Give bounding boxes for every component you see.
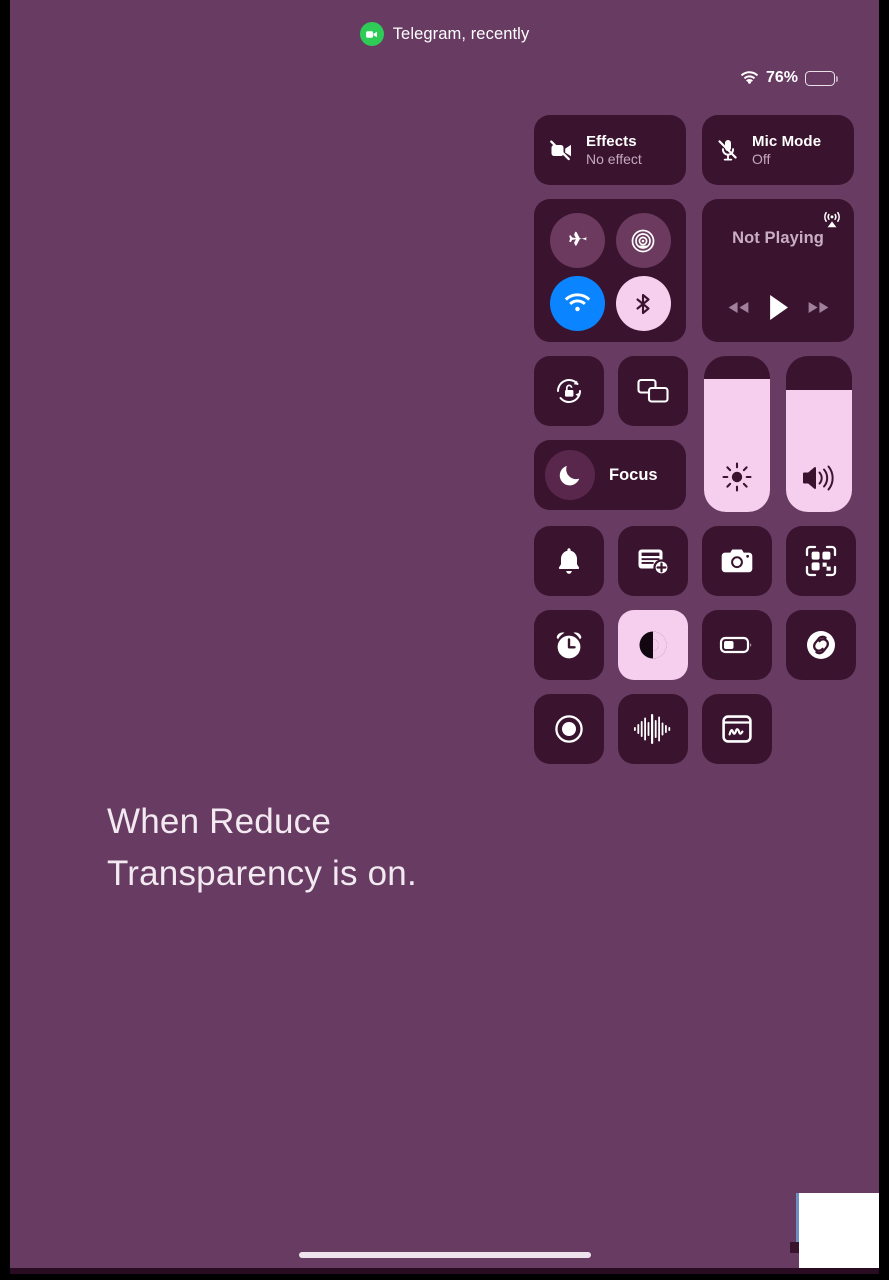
low-power-mode-button[interactable]: [702, 610, 772, 680]
caption-text: When Reduce Transparency is on.: [107, 796, 417, 900]
bluetooth-icon: [631, 292, 655, 316]
effects-title: Effects: [586, 133, 637, 150]
alarm-clock-icon: [552, 628, 586, 662]
mic-mode-title: Mic Mode: [752, 133, 822, 150]
rotation-lock-button[interactable]: [534, 356, 604, 426]
airdrop-icon: [630, 228, 656, 254]
airplane-mode-button[interactable]: [549, 213, 605, 268]
microphone-slash-icon: [715, 137, 741, 163]
media-player-module: Not Playing: [702, 199, 854, 342]
quick-actions-row-3: [534, 694, 864, 764]
bluetooth-button[interactable]: [615, 276, 671, 331]
quick-note-button[interactable]: [702, 694, 772, 764]
play-icon[interactable]: [766, 293, 791, 322]
connectivity-module: [534, 199, 686, 342]
bell-icon: [553, 545, 585, 577]
record-icon: [552, 712, 586, 746]
battery-percent-label: 76%: [765, 69, 798, 86]
status-bar-right: 76%: [740, 69, 838, 87]
wifi-icon: [740, 70, 759, 86]
shazam-button[interactable]: [786, 610, 856, 680]
utilities-sliders-row: Focus: [534, 356, 864, 512]
code-scanner-button[interactable]: [786, 526, 856, 596]
video-camera-slash-icon: [547, 136, 575, 164]
battery-icon: [719, 634, 755, 656]
focus-tile[interactable]: Focus: [534, 440, 686, 510]
camera-icon: [719, 547, 755, 575]
white-overlay-panel: [799, 1193, 879, 1274]
media-title: Not Playing: [732, 229, 824, 247]
screen-mirroring-icon: [635, 376, 671, 406]
rotation-lock-icon: [551, 373, 587, 409]
airplay-icon[interactable]: [821, 208, 843, 230]
effects-subtitle: No effect: [586, 151, 642, 167]
home-indicator[interactable]: [298, 1252, 591, 1258]
dark-mode-icon: [635, 627, 671, 663]
recent-app-indicator[interactable]: Telegram, recently: [10, 22, 879, 46]
volume-slider[interactable]: [786, 356, 852, 512]
mic-mode-tile[interactable]: Mic Mode Off: [702, 115, 854, 185]
caption-line-1: When Reduce: [107, 802, 331, 841]
wifi-button[interactable]: [549, 276, 605, 331]
waveform-icon: [633, 712, 673, 746]
airplane-icon: [565, 229, 589, 253]
connectivity-media-row: Not Playing: [534, 199, 864, 342]
wifi-icon: [564, 293, 591, 314]
brightness-icon: [704, 460, 770, 494]
mic-mode-text: Mic Mode Off: [752, 133, 821, 167]
mic-mode-subtitle: Off: [752, 151, 771, 167]
voice-memos-button[interactable]: [618, 694, 688, 764]
caption-line-2: Transparency is on.: [107, 854, 417, 894]
rewind-icon[interactable]: [726, 298, 751, 317]
quick-actions-row-2: [534, 610, 864, 680]
shazam-icon: [803, 627, 839, 663]
battery-nub: [835, 75, 838, 82]
alarm-button[interactable]: [534, 610, 604, 680]
dark-mode-button[interactable]: [618, 610, 688, 680]
ringer-button[interactable]: [534, 526, 604, 596]
screen-mirroring-button[interactable]: [618, 356, 688, 426]
video-camera-icon: [359, 22, 384, 46]
recent-app-label: Telegram, recently: [392, 24, 530, 43]
crescent-moon-icon: [545, 450, 595, 500]
battery-icon: [805, 70, 838, 86]
airdrop-button[interactable]: [615, 213, 671, 268]
brightness-slider[interactable]: [704, 356, 770, 512]
control-center: Effects No effect Mic Mode Off Not Playi…: [534, 115, 864, 778]
speaker-icon: [786, 462, 852, 494]
quick-note-icon: [721, 714, 753, 744]
note-add-icon: [636, 546, 670, 576]
effects-text: Effects No effect: [586, 133, 642, 167]
qr-code-icon: [804, 544, 838, 578]
camera-button[interactable]: [702, 526, 772, 596]
media-controls: [702, 293, 854, 322]
bottom-band: [10, 1268, 879, 1274]
focus-label: Focus: [609, 465, 658, 484]
ipad-screen: Telegram, recently 76% Effects No effect…: [10, 0, 879, 1274]
utilities-stack: Focus: [534, 356, 688, 512]
quick-actions-row-1: [534, 526, 864, 596]
screen-recording-button[interactable]: [534, 694, 604, 764]
effects-tile[interactable]: Effects No effect: [534, 115, 686, 185]
overlay-corner-mark: [790, 1242, 799, 1253]
notes-button[interactable]: [618, 526, 688, 596]
video-conference-row: Effects No effect Mic Mode Off: [534, 115, 864, 185]
fast-forward-icon[interactable]: [806, 298, 831, 317]
